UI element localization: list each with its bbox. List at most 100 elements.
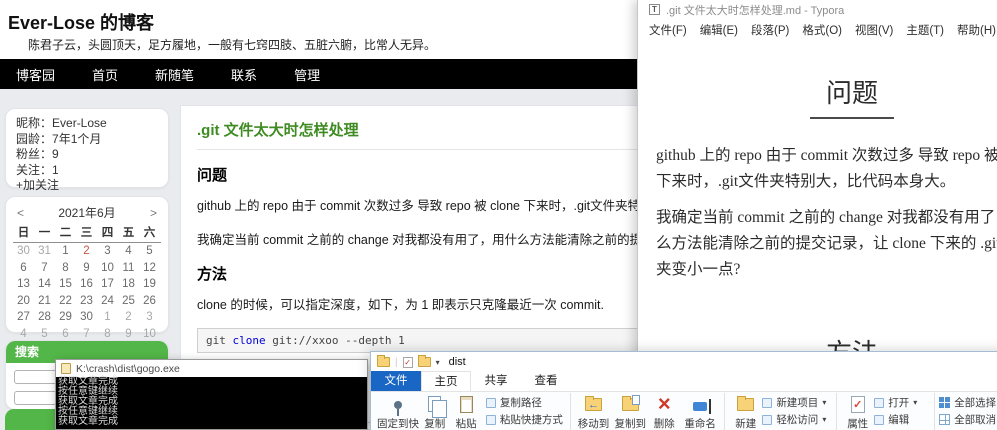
chevron-down-icon: ▾ [913, 398, 918, 407]
menu-edit[interactable]: 编辑(E) [700, 22, 738, 38]
calendar-day[interactable]: 2 [76, 243, 97, 260]
calendar-day[interactable]: 20 [13, 293, 34, 310]
menu-theme[interactable]: 主题(T) [906, 22, 944, 38]
rename-button[interactable]: 重命名 [680, 392, 720, 430]
edit-icon [874, 414, 885, 425]
calendar-day[interactable]: 8 [55, 260, 76, 277]
calendar-day[interactable]: 1 [55, 243, 76, 260]
button-label: 粘贴 [455, 418, 477, 430]
calendar-day[interactable]: 6 [13, 260, 34, 277]
open-button[interactable]: 打开 ▾ [874, 395, 930, 410]
calendar-day[interactable]: 13 [13, 276, 34, 293]
typora-titlebar[interactable]: T .git 文件太大时怎样处理.md - Typora [638, 0, 997, 19]
console-titlebar[interactable]: K:\crash\dist\gogo.exe [56, 360, 367, 377]
explorer-ribbon: 固定到快 复制 粘贴 复制路径 粘贴快捷方式 ← 移动到 复制到 × 删除 重命… [371, 392, 997, 430]
delete-x-icon: × [657, 391, 671, 416]
explorer-app-icon [377, 355, 390, 367]
calendar-weekday: 五 [122, 227, 135, 239]
menu-paragraph[interactable]: 段落(P) [751, 22, 789, 38]
calendar-day[interactable]: 17 [97, 276, 118, 293]
age-value: 7年1个月 [52, 131, 102, 146]
delete-button[interactable]: × 删除 [649, 392, 680, 430]
typora-heading[interactable]: 问题 [809, 73, 894, 119]
calendar-day[interactable]: 29 [55, 309, 76, 326]
calendar-day[interactable]: 14 [34, 276, 55, 293]
nav-link-home[interactable]: 首页 [92, 65, 118, 84]
calendar-day[interactable]: 22 [55, 293, 76, 310]
add-follow-link[interactable]: +加关注 [16, 178, 59, 192]
chevron-down-icon[interactable]: ▾ [436, 358, 440, 367]
calendar-day[interactable]: 30 [13, 243, 34, 260]
button-label: 轻松访问 [776, 414, 819, 426]
calendar-weekday: 日 [17, 227, 30, 239]
post-section-heading: 问题 [197, 167, 228, 184]
edit-button[interactable]: 编辑 [874, 412, 930, 427]
calendar-day[interactable]: 23 [76, 293, 97, 310]
calendar-day[interactable]: 10 [97, 260, 118, 277]
menu-file[interactable]: 文件(F) [649, 22, 687, 38]
properties-quick-icon[interactable]: ✓ [402, 356, 413, 368]
explorer-titlebar[interactable]: | ✓ ▾ dist [371, 352, 997, 372]
calendar-day[interactable]: 4 [118, 243, 139, 260]
tab-home[interactable]: 主页 [421, 371, 471, 391]
chevron-down-icon: ▾ [822, 415, 827, 424]
calendar-day[interactable]: 21 [34, 293, 55, 310]
calendar-weekday: 二 [59, 227, 72, 239]
calendar-day[interactable]: 15 [55, 276, 76, 293]
nav-link-cnblogs[interactable]: 博客园 [16, 65, 55, 84]
new-folder-button[interactable]: 新建 [729, 392, 762, 430]
select-none-button[interactable]: 全部取消 [939, 412, 997, 427]
calendar-day[interactable]: 1 [97, 309, 118, 326]
menu-view[interactable]: 视图(V) [855, 22, 893, 38]
nav-link-manage[interactable]: 管理 [294, 65, 320, 84]
nav-link-contact[interactable]: 联系 [231, 65, 257, 84]
calendar-day[interactable]: 31 [34, 243, 55, 260]
fans-label: 粉丝： [16, 147, 53, 161]
calendar-day[interactable]: 18 [118, 276, 139, 293]
calendar-day[interactable]: 9 [76, 260, 97, 277]
menu-help[interactable]: 帮助(H) [957, 22, 996, 38]
calendar-day[interactable]: 3 [139, 309, 160, 326]
following-label: 关注： [16, 162, 53, 177]
new-folder-quick-icon[interactable] [417, 355, 431, 367]
calendar-day[interactable]: 3 [97, 243, 118, 260]
calendar-next-button[interactable]: > [150, 206, 157, 220]
calendar-day[interactable]: 25 [118, 293, 139, 310]
following-count-link[interactable]: 1 [52, 163, 59, 177]
typora-paragraph[interactable]: github 上的 repo 由于 commit 次数过多 导致 repo 被 … [656, 143, 997, 195]
calendar-prev-button[interactable]: < [17, 206, 24, 220]
calendar-day[interactable]: 2 [118, 309, 139, 326]
calendar-day[interactable]: 11 [118, 260, 139, 277]
tab-file[interactable]: 文件 [371, 371, 421, 391]
calendar-day[interactable]: 30 [76, 309, 97, 326]
calendar-day[interactable]: 7 [34, 260, 55, 277]
calendar-day[interactable]: 24 [97, 293, 118, 310]
calendar-day[interactable]: 12 [139, 260, 160, 277]
post-title-link[interactable]: .git 文件太大时怎样处理 [197, 119, 645, 140]
move-to-button[interactable]: ← 移动到 [575, 392, 612, 430]
pin-to-quick-access-button[interactable]: 固定到快 [377, 392, 419, 430]
copy-to-button[interactable]: 复制到 [612, 392, 649, 430]
calendar-day[interactable]: 5 [139, 243, 160, 260]
nickname-value: Ever-Lose [52, 116, 107, 130]
calendar-day[interactable]: 16 [76, 276, 97, 293]
paste-shortcut-button[interactable]: 粘贴快捷方式 [485, 412, 566, 427]
calendar-day[interactable]: 26 [139, 293, 160, 310]
tab-view[interactable]: 查看 [521, 371, 571, 391]
calendar-day[interactable]: 19 [139, 276, 160, 293]
tab-share[interactable]: 共享 [471, 371, 521, 391]
easy-access-button[interactable]: 轻松访问 ▾ [762, 412, 832, 427]
open-icon [874, 397, 885, 408]
typora-paragraph[interactable]: 我确定当前 commit 之前的 change 对我都没有用了，用什么方法能清除… [656, 205, 997, 283]
menu-format[interactable]: 格式(O) [802, 22, 842, 38]
copy-button[interactable]: 复制 [419, 392, 450, 430]
paste-button[interactable]: 粘贴 [450, 392, 481, 430]
new-item-button[interactable]: 新建项目 ▾ [762, 395, 832, 410]
copy-path-button[interactable]: 复制路径 [485, 395, 566, 410]
select-all-button[interactable]: 全部选择 [939, 395, 997, 410]
fans-count-link[interactable]: 9 [52, 147, 59, 161]
calendar-day[interactable]: 28 [34, 309, 55, 326]
nav-link-new-post[interactable]: 新随笔 [155, 65, 194, 84]
calendar-day[interactable]: 27 [13, 309, 34, 326]
properties-button[interactable]: ✓ 属性 [841, 392, 874, 430]
